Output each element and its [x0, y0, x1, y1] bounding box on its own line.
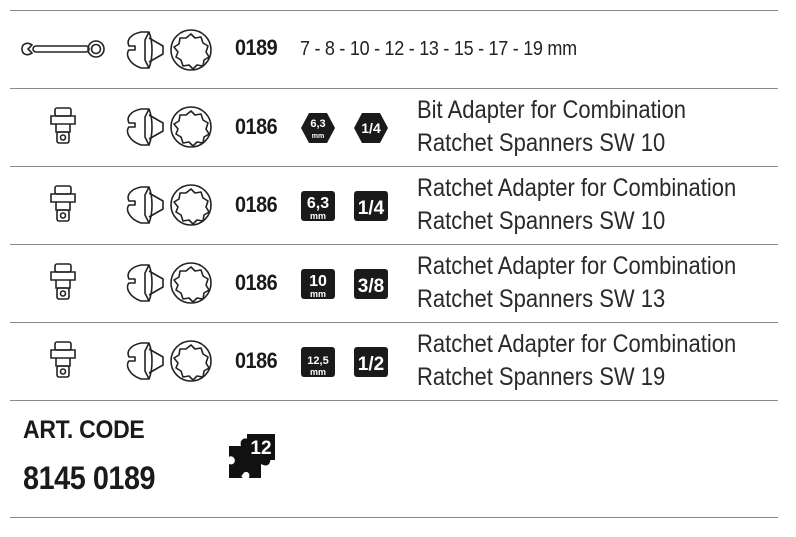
product-description: Bit Adapter for Combination Ratchet Spann…: [417, 94, 686, 160]
open-end-ring-spanner-icon: [123, 181, 213, 234]
bit-size-unit: mm: [310, 211, 326, 221]
bit-size-unit: mm: [310, 289, 326, 299]
bit-size-badge: 6,3 mm: [300, 112, 336, 149]
drive-size-badge: 1/4: [353, 112, 389, 149]
product-description: Ratchet Adapter for Combination Ratchet S…: [417, 250, 736, 316]
adapter-icon: [48, 106, 78, 151]
drive-size-badge: 3/8: [353, 268, 389, 305]
art-code-number: 8145 0189: [23, 460, 156, 496]
piece-count: 12: [250, 438, 271, 459]
article-code: 0186: [235, 192, 278, 217]
article-code: 0189: [235, 35, 278, 60]
drive-size-badge: 1/2: [353, 346, 389, 383]
table-row: 0189 7 - 8 - 10 - 12 - 13 - 15 - 17 - 19…: [10, 10, 778, 88]
adapter-icon: [48, 262, 78, 307]
bit-size-value: 6,3: [310, 118, 325, 130]
article-code: 0186: [235, 270, 278, 295]
puzzle-piece-icon: 12: [229, 434, 275, 478]
bit-size-badge: 12,5 mm: [300, 346, 336, 383]
bit-size-badge: 6,3 mm: [300, 190, 336, 227]
drive-size-value: 1/4: [358, 198, 385, 219]
drive-size-badge: 1/4: [353, 190, 389, 227]
product-description: Ratchet Adapter for Combination Ratchet S…: [417, 328, 736, 394]
art-code-label: ART. CODE: [23, 416, 145, 444]
drive-size-value: 1/2: [358, 354, 384, 375]
description-line-1: Ratchet Adapter for Combination: [417, 174, 737, 202]
bit-size-value: 6,3: [307, 195, 329, 212]
open-end-ring-spanner-icon: [123, 337, 213, 390]
adapter-icon: [48, 184, 78, 229]
bit-size-badge: 10 mm: [300, 268, 336, 305]
bit-size-unit: mm: [312, 133, 324, 140]
drive-size-value: 3/8: [358, 276, 384, 297]
bit-size-unit: mm: [310, 367, 326, 377]
table-row: 0186 6,3 mm 1/4 Bit Adapter for Combination R…: [10, 88, 778, 166]
description-line-1: Ratchet Adapter for Combination: [417, 252, 737, 280]
article-code: 0186: [235, 114, 278, 139]
table-row: 0186 12,5 mm 1/2 Ratchet Adapter for Combina…: [10, 322, 778, 400]
description-line-2: Ratchet Spanners SW 13: [417, 285, 666, 313]
divider-5: [10, 400, 778, 401]
open-end-ring-spanner-icon: [123, 259, 213, 312]
open-end-ring-spanner-icon: [123, 103, 213, 156]
description-line-2: Ratchet Spanners SW 19: [417, 363, 666, 391]
article-code: 0186: [235, 348, 278, 373]
open-end-ring-spanner-icon: [126, 29, 212, 71]
product-description: Ratchet Adapter for Combination Ratchet S…: [417, 172, 736, 238]
table-row: 0186 10 mm 3/8 Ratchet Adapter for Combinati…: [10, 244, 778, 322]
drive-size-value: 1/4: [361, 120, 381, 136]
bit-size-value: 10: [309, 273, 327, 290]
size-range: 7 - 8 - 10 - 12 - 13 - 15 - 17 - 19 mm: [300, 38, 577, 60]
divider-bottom: [10, 517, 778, 518]
ratcheting-combination-wrench-icon: [21, 40, 105, 58]
description-line-1: Ratchet Adapter for Combination: [417, 330, 737, 358]
adapter-icon: [48, 340, 78, 385]
description-line-2: Ratchet Spanners SW 10: [417, 129, 666, 157]
table-row: 0186 6,3 mm 1/4 Ratchet Adapter for Combinat…: [10, 166, 778, 244]
description-line-1: Bit Adapter for Combination: [417, 96, 687, 124]
bit-size-value: 12,5: [307, 355, 328, 367]
description-line-2: Ratchet Spanners SW 10: [417, 207, 666, 235]
